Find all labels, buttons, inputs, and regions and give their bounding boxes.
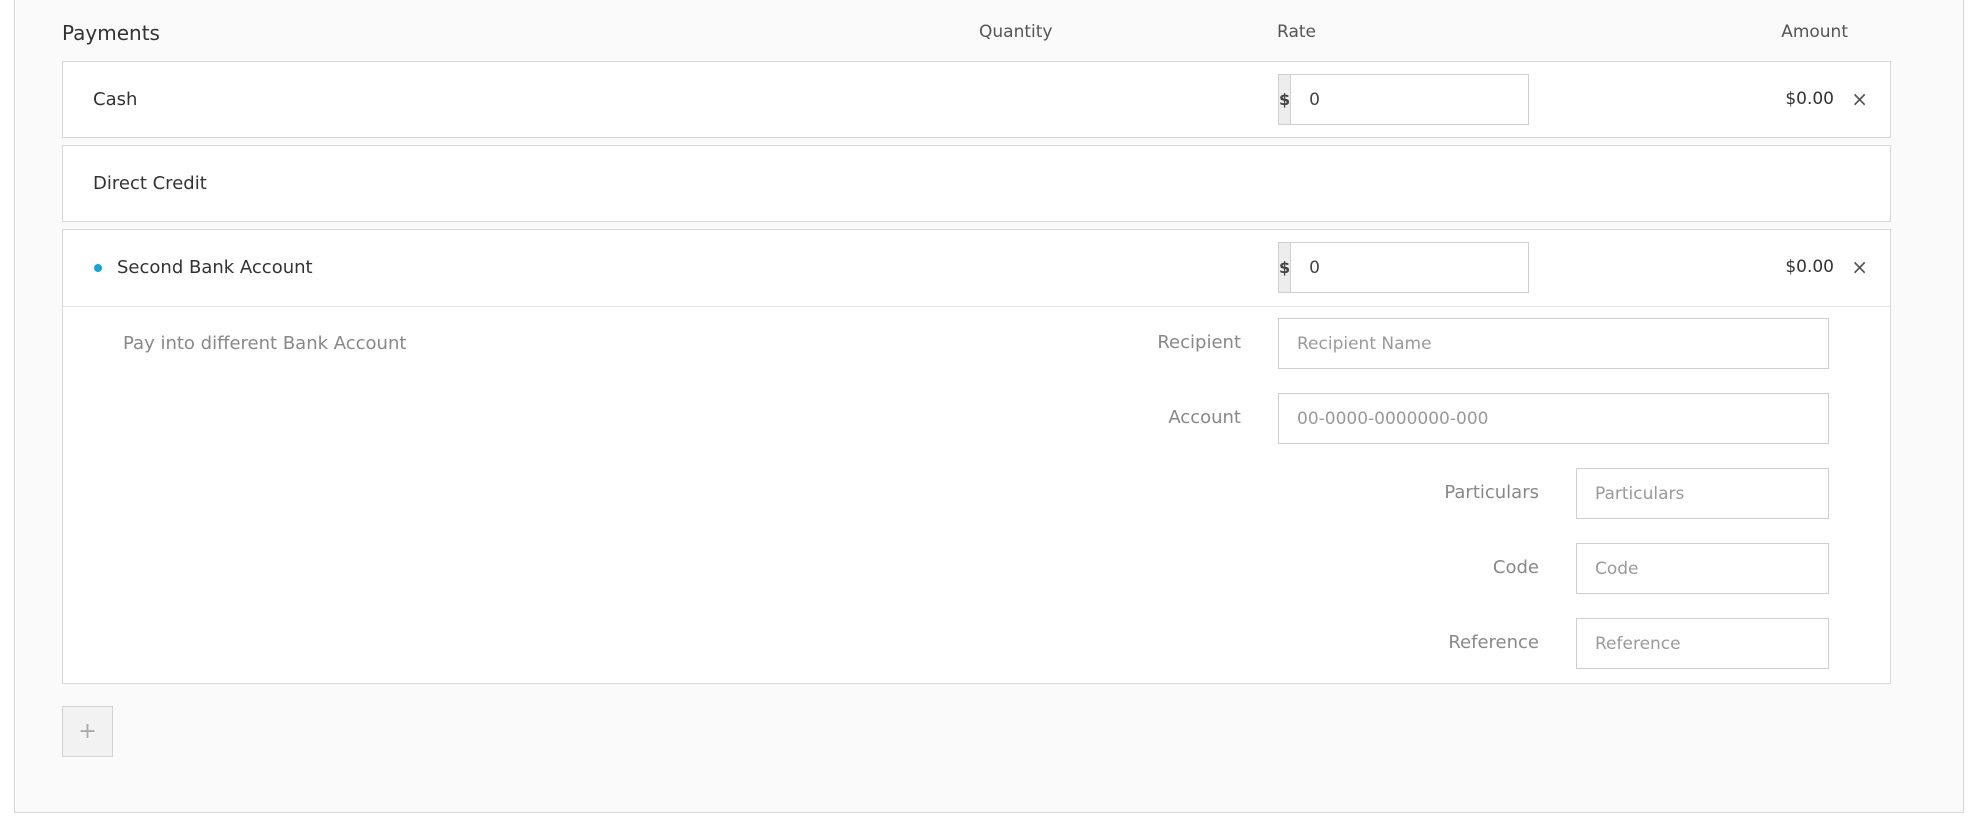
payment-name: Direct Credit xyxy=(93,173,207,194)
payment-amount: $0.00 xyxy=(1785,89,1834,109)
account-number-input[interactable] xyxy=(1278,393,1829,444)
payment-row-cash: Cash $ $0.00 × xyxy=(62,61,1891,138)
quantity-column-header: Quantity xyxy=(979,22,1053,42)
rate-input[interactable] xyxy=(1291,75,1529,124)
close-icon[interactable]: × xyxy=(1851,257,1868,277)
add-payment-button[interactable]: + xyxy=(62,706,113,757)
recipient-name-input[interactable] xyxy=(1278,318,1829,369)
rate-input[interactable] xyxy=(1291,243,1529,292)
reference-input[interactable] xyxy=(1576,618,1829,669)
reference-label: Reference xyxy=(1448,632,1539,653)
active-bullet-icon xyxy=(94,264,102,272)
rate-column-header: Rate xyxy=(1277,22,1316,42)
currency-symbol: $ xyxy=(1279,243,1292,292)
recipient-label: Recipient xyxy=(1157,332,1241,353)
row-divider xyxy=(63,306,1890,307)
payments-title: Payments xyxy=(62,21,160,45)
payment-name: Second Bank Account xyxy=(117,257,313,278)
account-label: Account xyxy=(1168,407,1241,428)
close-icon[interactable]: × xyxy=(1851,89,1868,109)
rate-input-group: $ xyxy=(1278,242,1529,293)
currency-symbol: $ xyxy=(1279,75,1292,124)
code-input[interactable] xyxy=(1576,543,1829,594)
rate-input-group: $ xyxy=(1278,74,1529,125)
payment-name: Cash xyxy=(93,89,138,110)
amount-column-header: Amount xyxy=(1781,22,1848,42)
particulars-input[interactable] xyxy=(1576,468,1829,519)
code-label: Code xyxy=(1492,557,1539,578)
payment-description: Pay into different Bank Account xyxy=(123,333,407,354)
payment-row-second-bank-account: Second Bank Account $ $0.00 × Pay into d… xyxy=(62,229,1891,684)
particulars-label: Particulars xyxy=(1444,482,1539,503)
payment-row-direct-credit[interactable]: Direct Credit xyxy=(62,145,1891,222)
payment-amount: $0.00 xyxy=(1785,257,1834,277)
